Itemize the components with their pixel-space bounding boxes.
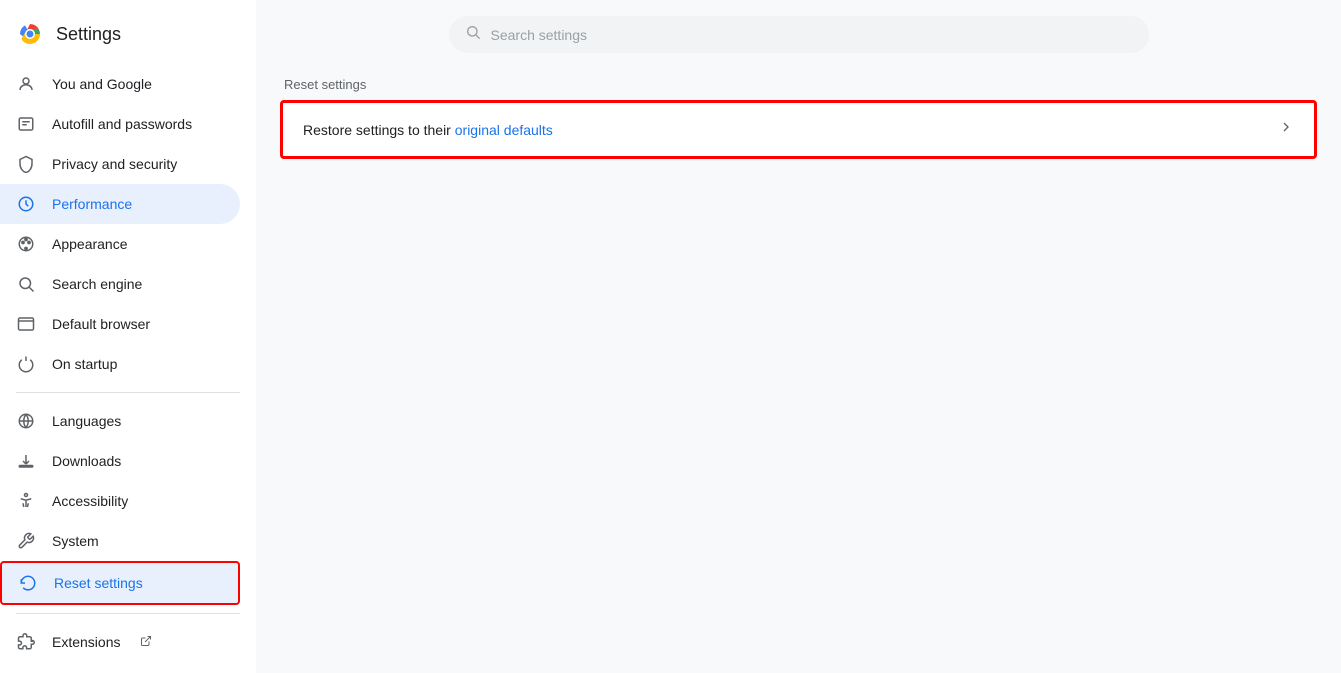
sidebar-item-label: Downloads — [52, 453, 121, 469]
search-icon — [465, 24, 481, 45]
external-link-icon — [140, 635, 152, 650]
search-icon — [16, 274, 36, 294]
sidebar-item-label: Appearance — [52, 236, 128, 252]
sidebar-item-appearance[interactable]: Appearance — [0, 224, 240, 264]
sidebar-item-label: Performance — [52, 196, 132, 212]
sidebar-item-search-engine[interactable]: Search engine — [0, 264, 240, 304]
section-title: Reset settings — [280, 77, 1317, 92]
chrome-logo-icon — [16, 20, 44, 48]
sidebar-item-label: Privacy and security — [52, 156, 177, 172]
sidebar-item-label: System — [52, 533, 99, 549]
sidebar-item-system[interactable]: System — [0, 521, 240, 561]
sidebar-item-performance[interactable]: Performance — [0, 184, 240, 224]
search-bar-container — [280, 16, 1317, 53]
sidebar-header: Settings — [0, 8, 256, 64]
sidebar-item-label: Reset settings — [54, 575, 143, 591]
restore-settings-item[interactable]: Restore settings to their original defau… — [283, 103, 1314, 156]
sidebar-item-label: Extensions — [52, 634, 120, 650]
download-icon — [16, 451, 36, 471]
sidebar-item-on-startup[interactable]: On startup — [0, 344, 240, 384]
reset-icon — [18, 573, 38, 593]
wrench-icon — [16, 531, 36, 551]
sidebar-item-reset-settings[interactable]: Reset settings — [0, 561, 240, 605]
main-content: Reset settings Restore settings to their… — [256, 0, 1341, 673]
badge-icon — [16, 114, 36, 134]
sidebar-item-label: You and Google — [52, 76, 152, 92]
search-input[interactable] — [491, 27, 1133, 43]
sidebar-item-languages[interactable]: Languages — [0, 401, 240, 441]
globe-icon — [16, 411, 36, 431]
original-defaults-link: original defaults — [455, 122, 553, 138]
sidebar-item-label: Accessibility — [52, 493, 128, 509]
speed-icon — [16, 194, 36, 214]
sidebar-item-label: Languages — [52, 413, 121, 429]
shield-icon — [16, 154, 36, 174]
sidebar-item-label: Default browser — [52, 316, 150, 332]
sidebar-item-label: On startup — [52, 356, 117, 372]
reset-settings-card: Restore settings to their original defau… — [280, 100, 1317, 159]
search-bar[interactable] — [449, 16, 1149, 53]
sidebar-item-label: Autofill and passwords — [52, 116, 192, 132]
chevron-right-icon — [1278, 119, 1294, 140]
sidebar-item-autofill[interactable]: Autofill and passwords — [0, 104, 240, 144]
sidebar-item-accessibility[interactable]: Accessibility — [0, 481, 240, 521]
palette-icon — [16, 234, 36, 254]
sidebar-item-you-and-google[interactable]: You and Google — [0, 64, 240, 104]
sidebar-item-default-browser[interactable]: Default browser — [0, 304, 240, 344]
sidebar-divider — [16, 392, 240, 393]
power-icon — [16, 354, 36, 374]
sidebar-item-downloads[interactable]: Downloads — [0, 441, 240, 481]
sidebar-item-privacy[interactable]: Privacy and security — [0, 144, 240, 184]
sidebar-item-label: Search engine — [52, 276, 142, 292]
app-title: Settings — [56, 24, 121, 45]
restore-settings-text: Restore settings to their original defau… — [303, 122, 553, 138]
puzzle-icon — [16, 632, 36, 652]
sidebar-item-extensions[interactable]: Extensions — [0, 622, 240, 662]
sidebar: Settings You and Google Autofill and pas… — [0, 0, 256, 673]
sidebar-divider-2 — [16, 613, 240, 614]
accessibility-icon — [16, 491, 36, 511]
person-icon — [16, 74, 36, 94]
browser-icon — [16, 314, 36, 334]
